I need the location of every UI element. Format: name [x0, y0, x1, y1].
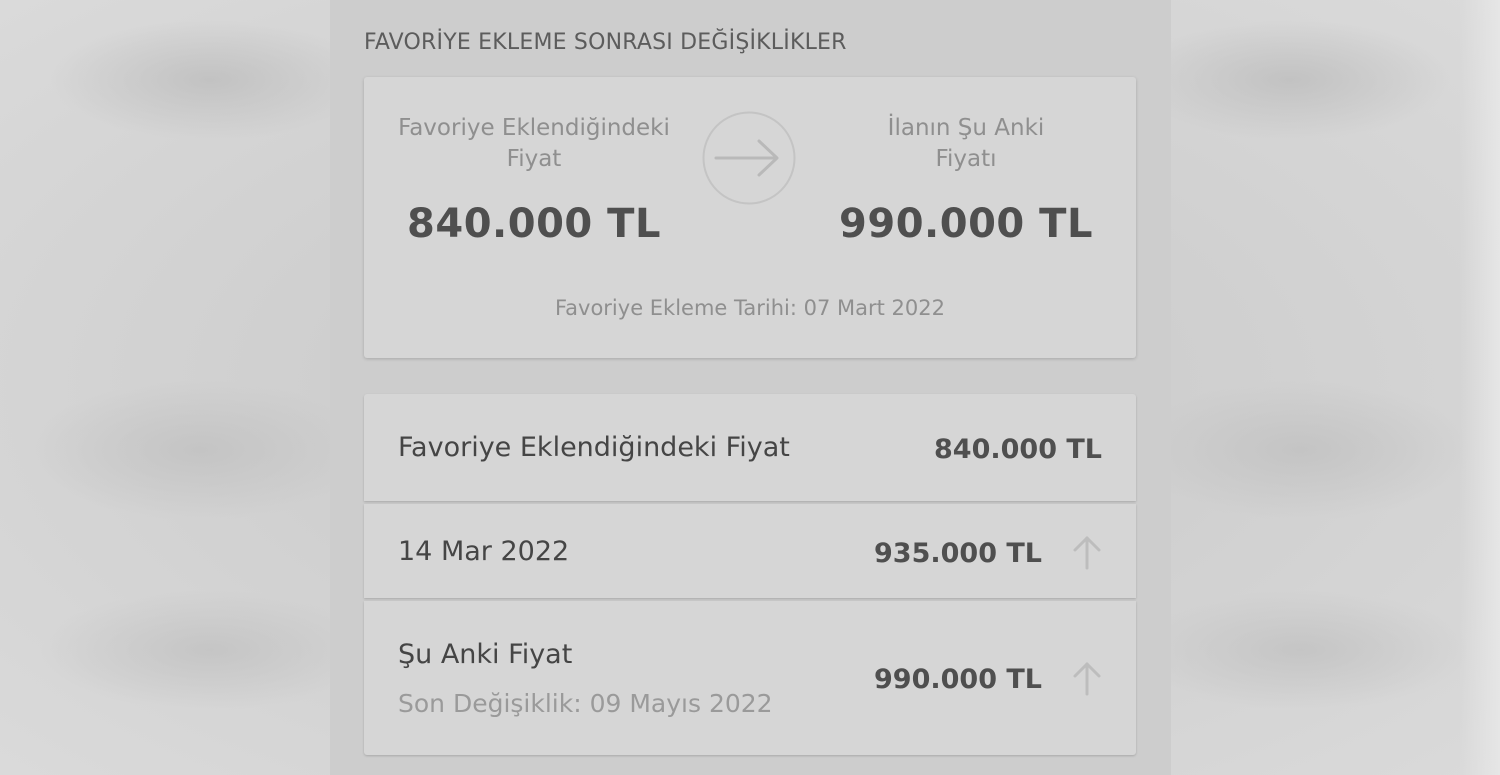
arrow-right-icon [702, 111, 796, 205]
background-edge [1460, 0, 1500, 775]
current-price-label: İlanın Şu Anki Fiyatı [887, 115, 1045, 172]
price-history-panel: FAVORİYE EKLEME SONRASI DEĞİŞİKLİKLER Fa… [330, 0, 1171, 775]
price-history-row: Şu Anki Fiyat Son Değişiklik: 09 Mayıs 2… [364, 601, 1136, 755]
favorited-price-value: 840.000 TL [407, 201, 661, 247]
section-title: FAVORİYE EKLEME SONRASI DEĞİŞİKLİKLER [364, 30, 847, 55]
row-sublabel: Son Değişiklik: 09 Mayıs 2022 [398, 689, 773, 718]
arrow-up-icon [1073, 662, 1101, 696]
arrow-up-icon [1073, 536, 1101, 570]
current-price-value: 990.000 TL [839, 201, 1093, 247]
favorited-price-label: Favoriye Eklendiğindeki Fiyat [398, 115, 670, 172]
row-price: 935.000 TL [874, 538, 1042, 569]
favorited-date: Favoriye Ekleme Tarihi: 07 Mart 2022 [555, 296, 945, 320]
price-history-row: 14 Mar 2022 935.000 TL [364, 504, 1136, 598]
row-label: Şu Anki Fiyat [398, 639, 573, 670]
favorited-price-column: Favoriye Eklendiğindeki Fiyat 840.000 TL [364, 113, 704, 247]
current-price-column: İlanın Şu Anki Fiyatı 990.000 TL [796, 113, 1136, 247]
row-label: 14 Mar 2022 [398, 536, 570, 567]
row-price: 990.000 TL [874, 664, 1042, 695]
price-change-summary-card: Favoriye Eklendiğindeki Fiyat 840.000 TL… [364, 77, 1136, 358]
row-price: 840.000 TL [934, 434, 1102, 465]
row-label: Favoriye Eklendiğindeki Fiyat [398, 432, 790, 463]
price-history-row: Favoriye Eklendiğindeki Fiyat 840.000 TL [364, 394, 1136, 501]
